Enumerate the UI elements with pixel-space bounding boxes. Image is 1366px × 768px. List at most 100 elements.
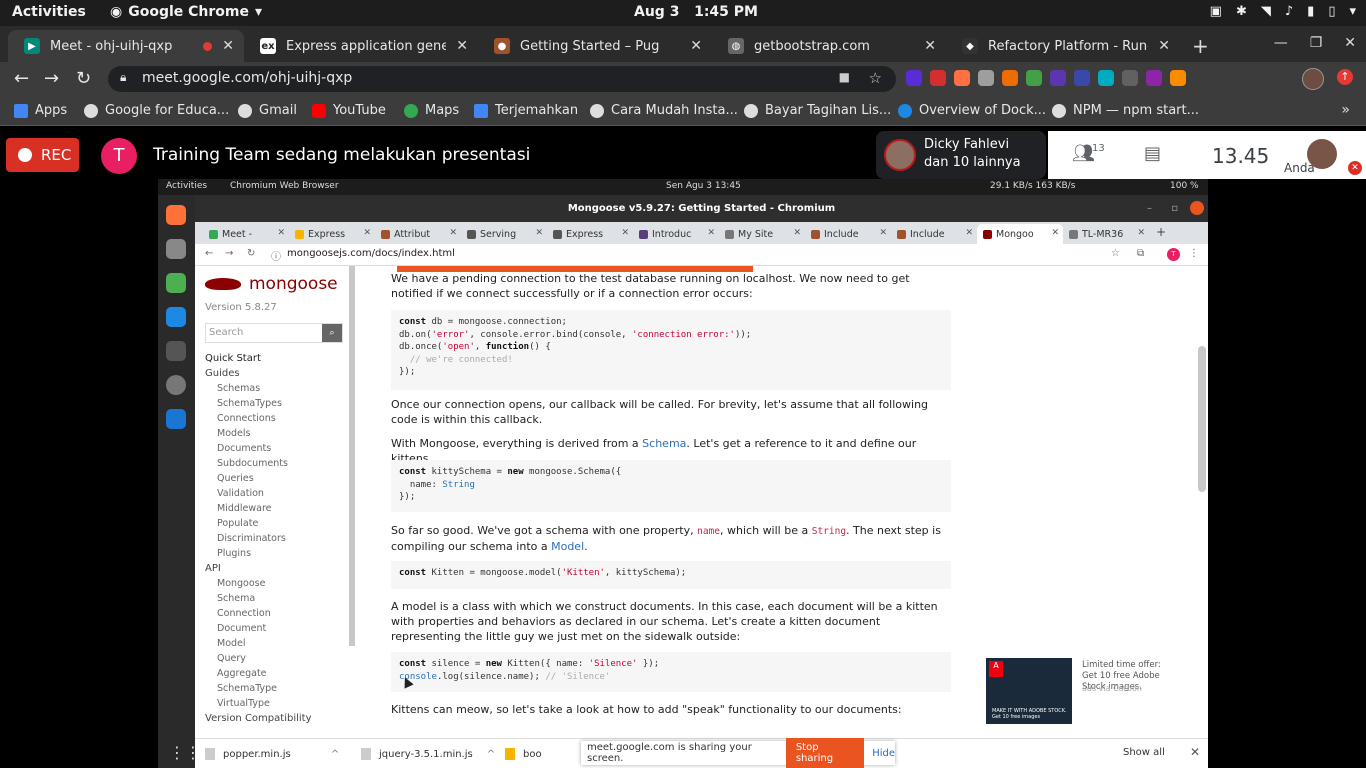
bookmark-star-icon[interactable]: ☆ (869, 69, 882, 87)
extension-icon[interactable] (930, 70, 946, 86)
tab-pug[interactable]: ● Getting Started – Pug ✕ (478, 30, 712, 62)
mongoose-leaf-icon (205, 278, 241, 290)
forward-icon[interactable]: → (44, 68, 59, 89)
docker-icon (898, 103, 912, 118)
page-scrollbar (1198, 346, 1206, 492)
paragraph: We have a pending connection to the test… (391, 272, 910, 300)
close-window-icon[interactable]: ✕ (1344, 35, 1356, 51)
bookmark-apps[interactable]: Apps (14, 103, 67, 118)
extension-icon[interactable] (1098, 70, 1114, 86)
remote-tab: Express ✕ (547, 224, 633, 244)
avatar (884, 139, 916, 171)
brand-name: mongoose (249, 274, 338, 294)
close-tab-icon[interactable]: ✕ (1158, 38, 1170, 54)
extension-icon[interactable] (1122, 70, 1138, 86)
close-tab-icon[interactable]: ✕ (924, 38, 936, 54)
chat-icon[interactable]: ▤ (1144, 143, 1161, 164)
sidebar-scrollbar (349, 266, 355, 646)
code-block: const silence = new Kitten({ name: 'Sile… (391, 652, 951, 692)
extension-icon[interactable] (1002, 70, 1018, 86)
tab-meet[interactable]: ▶ Meet - ohj-uihj-qxp ✕ (8, 30, 244, 62)
lock-icon: 🔒︎ (120, 70, 127, 84)
bookmark-google-edu[interactable]: Google for Educa... (84, 103, 229, 118)
back-icon: ← (205, 248, 214, 259)
bookmark-label: YouTube (333, 103, 386, 118)
globe-icon (725, 229, 734, 239)
browser-toolbar: ← → ↻ 🔒︎ meet.google.com/ohj-uihj-qxp ■ … (0, 62, 1366, 96)
bookmark-translate[interactable]: Terjemahkan (474, 103, 578, 118)
close-icon: ✕ (621, 228, 629, 238)
microphone-icon: ▮ (1307, 4, 1315, 19)
docs-search-input: Search ⌕ (205, 323, 343, 343)
bookmark-bayar-tagihan[interactable]: Bayar Tagihan Lis... (744, 103, 891, 118)
globe-icon (84, 103, 98, 118)
maximize-icon[interactable]: ❐ (1310, 35, 1323, 51)
close-icon: ✕ (535, 228, 543, 238)
participant-more: dan 10 lainnya (924, 155, 1021, 170)
remote-tab-label: TL-MR36 (1082, 228, 1124, 240)
extension-icon[interactable] (906, 70, 922, 86)
settings-icon (166, 375, 186, 395)
profile-avatar[interactable] (1302, 68, 1324, 90)
chevron-right-icon[interactable]: » (1341, 102, 1350, 118)
bookmark-label: Terjemahkan (495, 103, 579, 118)
recording-badge[interactable]: REC (6, 138, 79, 172)
remote-tab-strip: Meet - ✕ Express ✕ Attribut ✕ Serving ✕ Expr… (195, 222, 1208, 244)
volume-icon: ♪ (1284, 4, 1294, 19)
bookmark-maps[interactable]: Maps (404, 103, 459, 118)
nav-item: Connections (217, 413, 276, 424)
activities-button[interactable]: Activities (12, 4, 86, 20)
address-bar[interactable]: 🔒︎ meet.google.com/ohj-uihj-qxp ■ ☆ (108, 66, 896, 92)
reload-icon: ↻ (247, 248, 256, 259)
extension-icon[interactable] (1146, 70, 1162, 86)
extension-icon[interactable] (1170, 70, 1186, 86)
nav-item: Models (217, 428, 251, 439)
system-tray[interactable]: ▣ ✱ ◥ ♪ ▮ ▯ ▾ (1210, 4, 1356, 19)
download-label: jquery-3.5.1.min.js (379, 748, 473, 760)
reload-icon[interactable]: ↻ (76, 68, 91, 89)
extension-icon[interactable] (1074, 70, 1090, 86)
minimize-icon[interactable]: — (1274, 35, 1288, 51)
nav-item: Discriminators (217, 533, 286, 544)
back-icon[interactable]: ← (14, 68, 29, 89)
camera-icon[interactable]: ■ (839, 70, 850, 84)
pug-icon (381, 229, 390, 239)
close-tab-icon[interactable]: ✕ (222, 38, 234, 54)
new-tab-button[interactable]: + (1192, 34, 1209, 58)
update-icon[interactable]: ↑ (1337, 69, 1353, 85)
nav-item: Mongoose (217, 578, 266, 589)
bookmark-npm[interactable]: NPM — npm start... (1052, 103, 1199, 118)
nav-item: Aggregate (217, 668, 267, 679)
nav-item: Connection (217, 608, 271, 619)
bookmark-label: Gmail (259, 103, 297, 118)
close-tab-icon[interactable]: ✕ (456, 38, 468, 54)
bookmark-cara-mudah[interactable]: Cara Mudah Insta... (590, 103, 738, 118)
maximize-icon: ▫ (1171, 203, 1178, 214)
bookmark-docker[interactable]: Overview of Dock... (898, 103, 1046, 118)
tab-refactory[interactable]: ◆ Refactory Platform - Rundown ✕ (946, 30, 1180, 62)
apps-grid-icon (14, 103, 28, 118)
tab-label: Meet - ohj-uihj-qxp (50, 38, 173, 54)
participant-chip[interactable]: Dicky Fahlevi dan 10 lainnya (876, 131, 1046, 179)
monitor-icon (166, 341, 186, 361)
remote-browser-menu: Chromium Web Browser (230, 181, 339, 191)
extension-icon[interactable] (978, 70, 994, 86)
refactory-icon: ◆ (962, 38, 978, 54)
app-menu[interactable]: ◉ Google Chrome ▾ (110, 4, 262, 20)
tab-express[interactable]: ex Express application generator ✕ (244, 30, 478, 62)
close-tab-icon[interactable]: ✕ (690, 38, 702, 54)
remote-url: mongoosejs.com/docs/index.html (287, 248, 455, 259)
tab-bootstrap[interactable]: ◍ getbootstrap.com ✕ (712, 30, 946, 62)
extension-icon[interactable] (954, 70, 970, 86)
remote-activities: Activities (166, 181, 208, 191)
file-icon (361, 748, 371, 760)
system-clock[interactable]: Aug 3 1:45 PM (634, 4, 758, 20)
remote-tab-label: Meet - (222, 228, 253, 240)
bookmark-youtube[interactable]: YouTube (312, 103, 386, 118)
nav-item: Queries (217, 473, 254, 484)
paragraph: Kittens can meow, so let's take a look a… (391, 703, 902, 716)
extension-icon[interactable] (1026, 70, 1042, 86)
extension-icon[interactable] (1050, 70, 1066, 86)
star-icon: ☆ (1111, 248, 1120, 259)
bookmark-gmail[interactable]: Gmail (238, 103, 297, 118)
